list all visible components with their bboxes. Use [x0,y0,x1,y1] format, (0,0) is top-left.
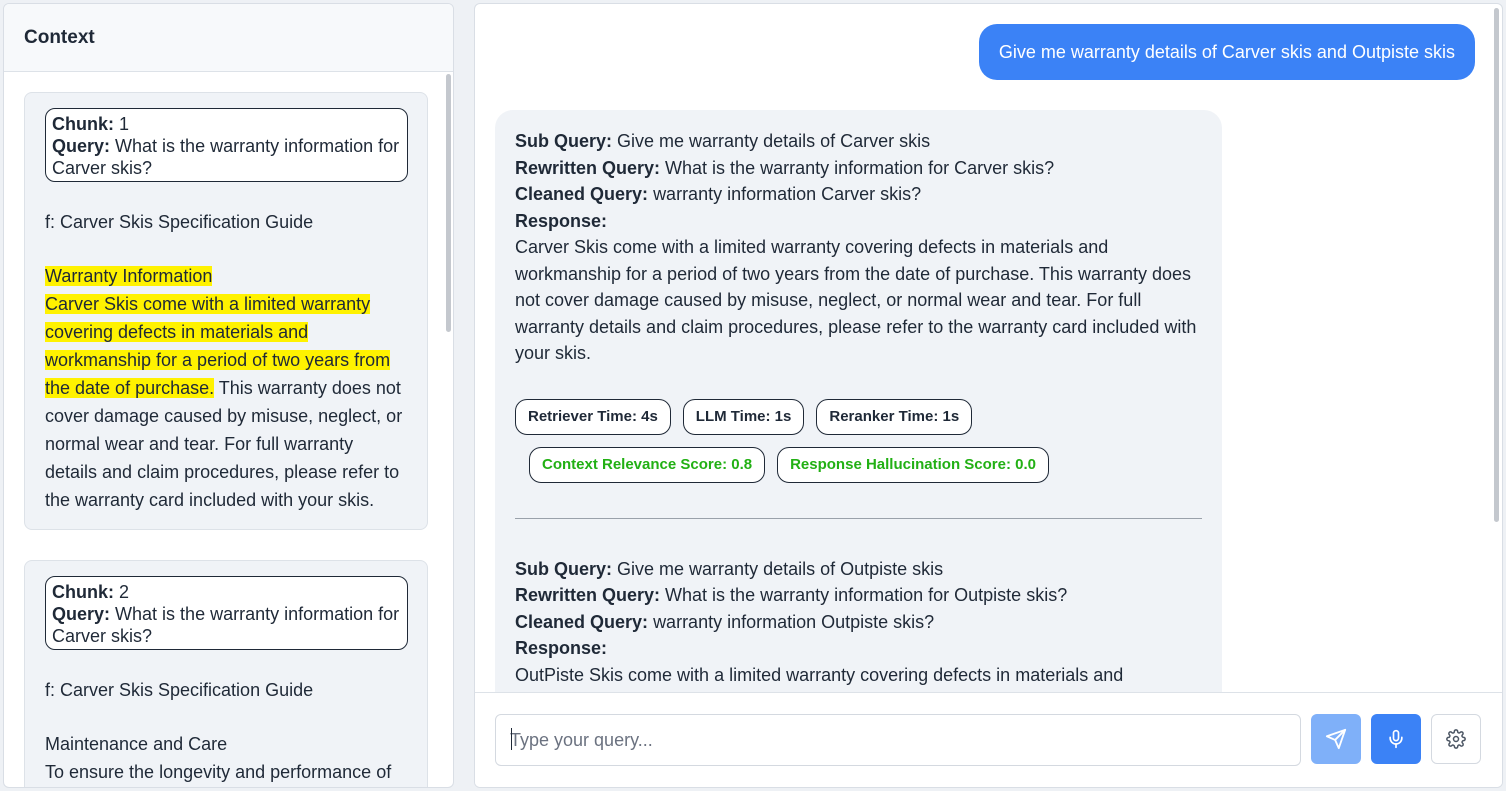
chunk-body: Maintenance and Care To ensure the longev… [45,730,407,786]
chunk-meta: Chunk: 2 Query: What is the warranty inf… [45,576,408,650]
chunk-label: Chunk: [52,582,114,602]
chunk-number-line: Chunk: 2 [52,581,401,603]
send-icon [1325,728,1347,750]
context-scroll-area[interactable]: Chunk: 1 Query: What is the warranty inf… [4,72,445,787]
microphone-button[interactable] [1371,714,1421,764]
cleaned-query-line: Cleaned Query: warranty information Outp… [515,609,1202,636]
query-label: Query: [52,604,111,624]
answer-divider [515,517,1202,519]
cleaned-query-line: Cleaned Query: warranty information Carv… [515,181,1202,208]
chunk-text: To ensure the longevity and performance … [45,762,392,782]
assistant-message: Sub Query: Give me warranty details of C… [495,110,1222,694]
answer-section-2: Sub Query: Give me warranty details of O… [515,556,1202,695]
sub-query: Give me warranty details of Outpiste ski… [617,558,944,579]
app-root: Context Chunk: 1 Query: What is the warr… [0,0,1506,791]
context-relevance-badge: Context Relevance Score: 0.8 [529,446,766,483]
context-scrollbar[interactable] [446,74,451,332]
chunk-query-line: Query: What is the warranty information … [52,135,401,179]
chunk-body: Warranty Information Carver Skis come wit… [45,262,407,514]
response-label-line: Response: [515,208,1202,235]
chunk-source: f: Carver Skis Specification Guide [45,680,314,700]
user-message: Give me warranty details of Carver skis … [978,24,1475,80]
rewritten-query-label: Rewritten Query: [515,157,661,178]
query-label: Query: [52,136,111,156]
chunk-number: 2 [119,582,130,602]
retriever-time-badge: Retriever Time: 4s [515,398,671,435]
chunk-query-line: Query: What is the warranty information … [52,603,401,647]
cleaned-query: warranty information Outpiste skis? [653,611,935,632]
chunk-number: 1 [119,114,130,134]
gear-icon [1446,729,1466,749]
rewritten-query-label: Rewritten Query: [515,585,661,605]
llm-time-badge: LLM Time: 1s [682,398,805,435]
response-text: OutPiste Skis come with a limited warran… [515,664,1191,695]
hallucination-score-badge: Response Hallucination Score: 0.0 [777,446,1049,483]
rewritten-query-line: Rewritten Query: What is the warranty in… [515,155,1202,182]
input-bar [475,692,1502,787]
rewritten-query-line: Rewritten Query: What is the warranty in… [515,582,1202,609]
chunk-card: Chunk: 2 Query: What is the warranty inf… [24,560,428,787]
chunk-meta: Chunk: 1 Query: What is the warranty inf… [45,108,408,182]
chunk-number-line: Chunk: 1 [52,113,401,135]
rewritten-query: What is the warranty information for Car… [665,157,1055,178]
chunk-label: Chunk: [52,114,114,134]
chat-scrollbar[interactable] [1494,8,1499,522]
metrics-row: Retriever Time: 4s LLM Time: 1s Reranker… [515,398,1205,483]
chat-scroll-area[interactable]: Give me warranty details of Carver skis … [475,4,1502,694]
query-input[interactable] [495,714,1301,766]
chunk-card: Chunk: 1 Query: What is the warranty inf… [24,92,428,530]
response-label: Response: [515,638,608,658]
chunk-heading: Maintenance and Care [45,734,228,754]
context-panel: Context Chunk: 1 Query: What is the warr… [3,3,454,788]
send-button[interactable] [1311,714,1361,764]
cleaned-query: warranty information Carver skis? [653,184,922,204]
reranker-time-badge: Reranker Time: 1s [816,398,973,435]
context-title: Context [4,4,453,72]
chunk-source: f: Carver Skis Specification Guide [45,212,314,232]
sub-query-line: Sub Query: Give me warranty details of C… [515,128,1202,155]
microphone-icon [1389,729,1403,749]
sub-query-label: Sub Query: [515,558,613,579]
cleaned-query-label: Cleaned Query: [515,611,649,632]
sub-query-label: Sub Query: [515,131,613,151]
cleaned-query-label: Cleaned Query: [515,184,649,204]
sub-query-line: Sub Query: Give me warranty details of O… [515,556,1202,583]
response-text: Carver Skis come with a limited warranty… [515,237,1197,363]
chat-panel: Give me warranty details of Carver skis … [474,3,1503,788]
text-caret [511,728,512,750]
response-label: Response: [515,210,608,231]
settings-button[interactable] [1431,714,1481,764]
highlighted-heading: Warranty Information [45,266,213,286]
rewritten-query: What is the warranty information for Out… [665,585,1068,605]
response-label-line: Response: [515,635,1202,662]
sub-query: Give me warranty details of Carver skis [617,131,931,151]
